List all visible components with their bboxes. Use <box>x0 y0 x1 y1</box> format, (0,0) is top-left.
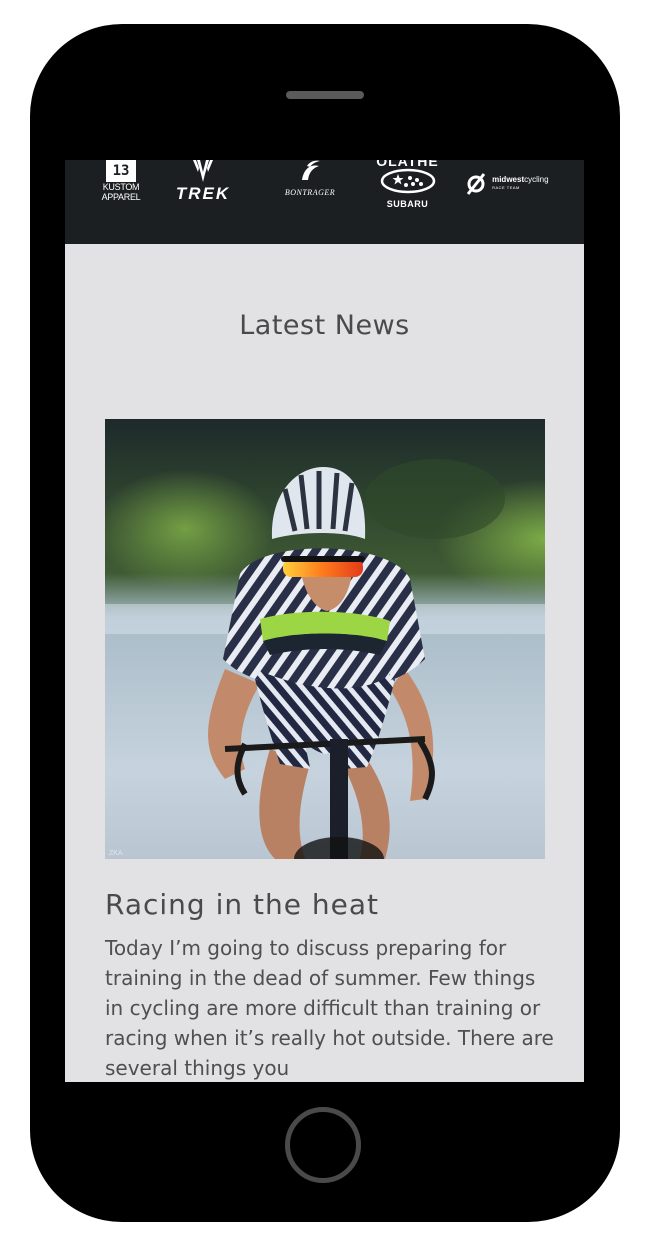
trek-mark-icon <box>193 160 213 182</box>
trek-logo[interactable]: TREK <box>163 160 243 203</box>
subaru-stars-icon <box>380 168 435 194</box>
kustom-line1: KUSTOM <box>102 182 140 192</box>
latest-news-heading: Latest News <box>239 310 410 341</box>
bontrager-mark-icon <box>302 160 320 180</box>
kustom-apparel-logo[interactable]: 13 KUSTOM APPAREL <box>101 160 141 202</box>
midwest-name: midwestcycling <box>492 176 548 184</box>
midwest-mark-icon <box>466 173 486 195</box>
subaru-name: SUBARU <box>386 199 429 209</box>
home-button[interactable] <box>285 1107 361 1183</box>
phone-speaker <box>286 91 364 99</box>
sponsor-bar: 13 KUSTOM APPAREL TREK BONTRAGER OLATHE <box>65 160 584 244</box>
bontrager-name: BONTRAGER <box>284 188 336 197</box>
kustom-badge: 13 <box>106 160 136 182</box>
olathe-subaru-logo[interactable]: OLATHE SUBARU <box>370 160 445 209</box>
trek-name: TREK <box>175 184 231 203</box>
phone-screen: 13 KUSTOM APPAREL TREK BONTRAGER OLATHE <box>65 160 584 1082</box>
kustom-line2: APPAREL <box>101 192 141 202</box>
bontrager-logo[interactable]: BONTRAGER <box>270 160 350 197</box>
article-photo[interactable]: ZKA <box>105 419 545 859</box>
article-title[interactable]: Racing in the heat <box>105 888 555 921</box>
article-excerpt: Today I’m going to discuss preparing for… <box>105 936 554 1080</box>
subaru-dealer: OLATHE <box>376 160 439 169</box>
svg-text:ZKA: ZKA <box>109 850 123 857</box>
midwest-cycling-logo[interactable]: midwestcycling RACE TEAM <box>465 172 555 196</box>
midwest-sub: RACE TEAM <box>492 185 520 190</box>
midwest-name-bold: midwest <box>492 175 525 184</box>
midwest-name-light: cycling <box>524 175 549 184</box>
